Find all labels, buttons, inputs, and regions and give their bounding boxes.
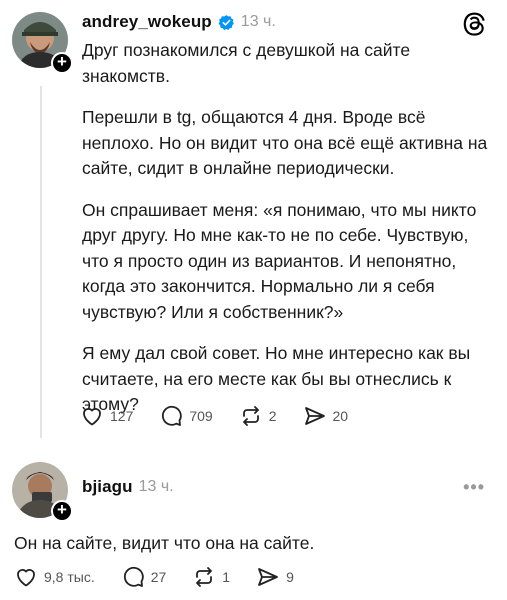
repost-icon	[196, 567, 213, 587]
post-paragraph: Он спрашивает меня: «я понимаю, что мы н…	[82, 199, 477, 322]
like-count: 9,8 тыс.	[44, 569, 95, 585]
more-icon[interactable]: •••	[463, 477, 485, 498]
share-count: 9	[286, 569, 294, 585]
share-button[interactable]: 9	[256, 565, 294, 589]
post-body: Друг познакомился с девушкой на сайте зн…	[82, 38, 492, 434]
share-button[interactable]: 20	[303, 404, 349, 428]
reply-actions: 9,8 тыс. 27 1 9	[14, 565, 320, 589]
post-actions: 127 709 2 20	[80, 404, 374, 428]
share-icon	[304, 407, 325, 425]
heart-icon	[83, 408, 101, 426]
repost-button[interactable]: 2	[239, 404, 277, 428]
repost-icon	[242, 406, 259, 426]
repost-count: 2	[268, 408, 277, 424]
reply-text: Он на сайте, видит что она на сайте.	[14, 533, 315, 553]
post-paragraph: Перешли в tg, общаются 4 дня. Вроде всё …	[82, 107, 488, 178]
verified-icon	[218, 14, 234, 30]
follow-plus-icon[interactable]: +	[51, 500, 73, 522]
comment-count: 27	[150, 569, 167, 585]
repost-count: 1	[222, 569, 231, 585]
threads-logo-icon[interactable]	[461, 10, 487, 36]
username[interactable]: andrey_wokeup	[82, 12, 212, 32]
reply-header: bjiagu 13 ч.	[82, 477, 174, 497]
share-count: 20	[332, 408, 349, 424]
like-count: 127	[110, 408, 134, 424]
comment-icon	[123, 566, 144, 587]
comment-button[interactable]: 709	[159, 404, 213, 428]
like-button[interactable]: 127	[80, 404, 133, 428]
post-time: 13 ч.	[240, 13, 276, 30]
reply-username[interactable]: bjiagu	[82, 477, 133, 497]
reply-time: 13 ч.	[138, 478, 174, 495]
heart-icon	[17, 569, 35, 587]
like-button[interactable]: 9,8 тыс.	[14, 565, 95, 589]
thread-connector-line	[40, 86, 42, 438]
repost-button[interactable]: 1	[192, 565, 230, 589]
comment-count: 709	[189, 408, 213, 424]
post-header: andrey_wokeup 13 ч.	[82, 12, 276, 32]
share-icon	[258, 568, 278, 586]
comment-icon	[162, 405, 183, 426]
comment-button[interactable]: 27	[121, 565, 167, 589]
follow-plus-icon[interactable]: +	[51, 52, 73, 74]
post-paragraph: Друг познакомился с девушкой на сайте зн…	[82, 40, 411, 86]
